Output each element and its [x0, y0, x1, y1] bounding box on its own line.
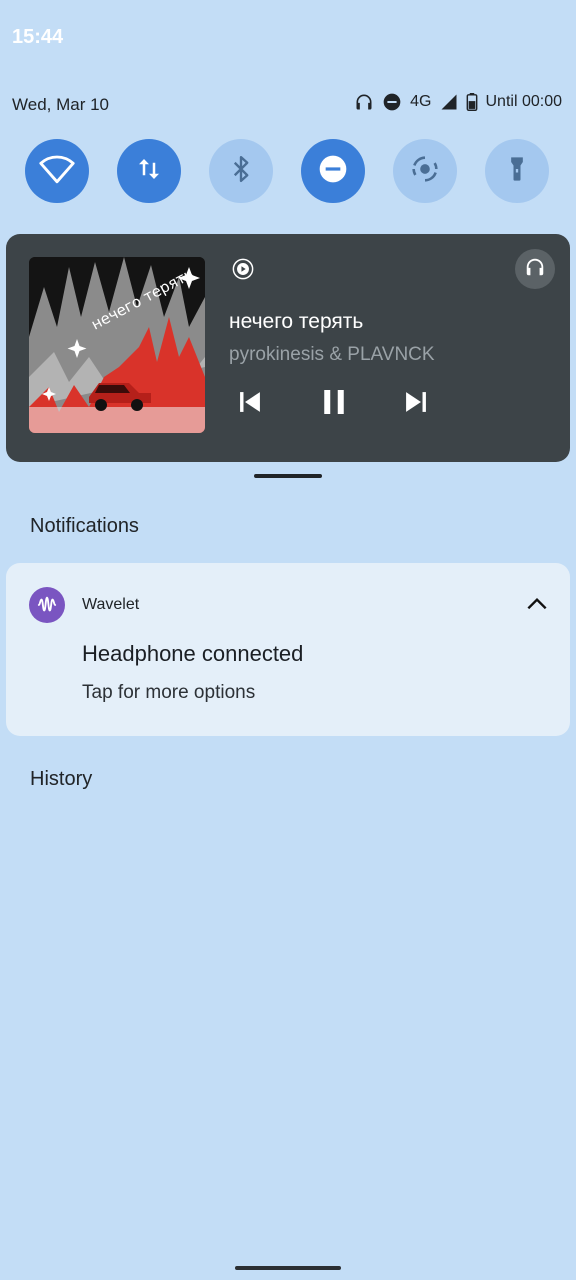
track-artist: pyrokinesis & PLAVNCK [229, 344, 435, 365]
headphones-icon [524, 256, 546, 283]
media-player-card[interactable]: нечего терять нечего терять pyrokinesis … [6, 234, 570, 462]
bluetooth-icon [226, 154, 256, 189]
history-button[interactable]: History [30, 768, 92, 791]
album-art: нечего терять [29, 257, 205, 433]
flashlight-tile[interactable] [485, 139, 549, 203]
notification-collapse-button[interactable] [524, 591, 550, 622]
notification-title: Headphone connected [82, 641, 304, 666]
bluetooth-tile[interactable] [209, 139, 273, 203]
do-not-disturb-icon [382, 92, 402, 112]
pause-button[interactable] [312, 382, 356, 426]
data-transfer-icon [134, 154, 164, 189]
previous-track-button[interactable] [228, 382, 272, 426]
media-controls [228, 382, 438, 426]
battery-icon [466, 93, 478, 111]
notifications-header: Notifications [30, 515, 139, 537]
next-track-button[interactable] [394, 382, 438, 426]
quick-settings-row [25, 139, 549, 203]
pause-icon [316, 384, 352, 425]
mobile-data-tile[interactable] [117, 139, 181, 203]
signal-icon [440, 93, 458, 111]
clock: 15:44 [12, 26, 64, 48]
shade-drag-handle[interactable] [254, 474, 322, 478]
media-app-icon [232, 258, 254, 285]
notification-card[interactable]: Wavelet Headphone connected Tap for more… [6, 563, 570, 736]
network-type-label: 4G [410, 93, 432, 110]
wavelet-app-icon [29, 587, 65, 623]
flashlight-icon [503, 154, 531, 189]
track-title: нечего терять [229, 310, 364, 333]
notification-app-name: Wavelet [82, 596, 140, 613]
auto-rotate-tile[interactable] [393, 139, 457, 203]
gesture-navigation-bar[interactable] [235, 1266, 341, 1270]
status-icons: 4G Until 00:00 [354, 92, 562, 112]
skip-previous-icon [233, 385, 267, 424]
wifi-icon [39, 151, 75, 192]
media-output-button[interactable] [515, 249, 555, 289]
skip-next-icon [399, 385, 433, 424]
do-not-disturb-icon [317, 153, 349, 190]
notification-text: Tap for more options [82, 682, 256, 703]
headphones-icon [354, 92, 374, 112]
wifi-tile[interactable] [25, 139, 89, 203]
date-label: Wed, Mar 10 [12, 95, 110, 114]
battery-label: Until 00:00 [485, 93, 563, 110]
do-not-disturb-tile[interactable] [301, 139, 365, 203]
auto-rotate-icon [408, 152, 442, 191]
chevron-up-icon [527, 597, 547, 610]
